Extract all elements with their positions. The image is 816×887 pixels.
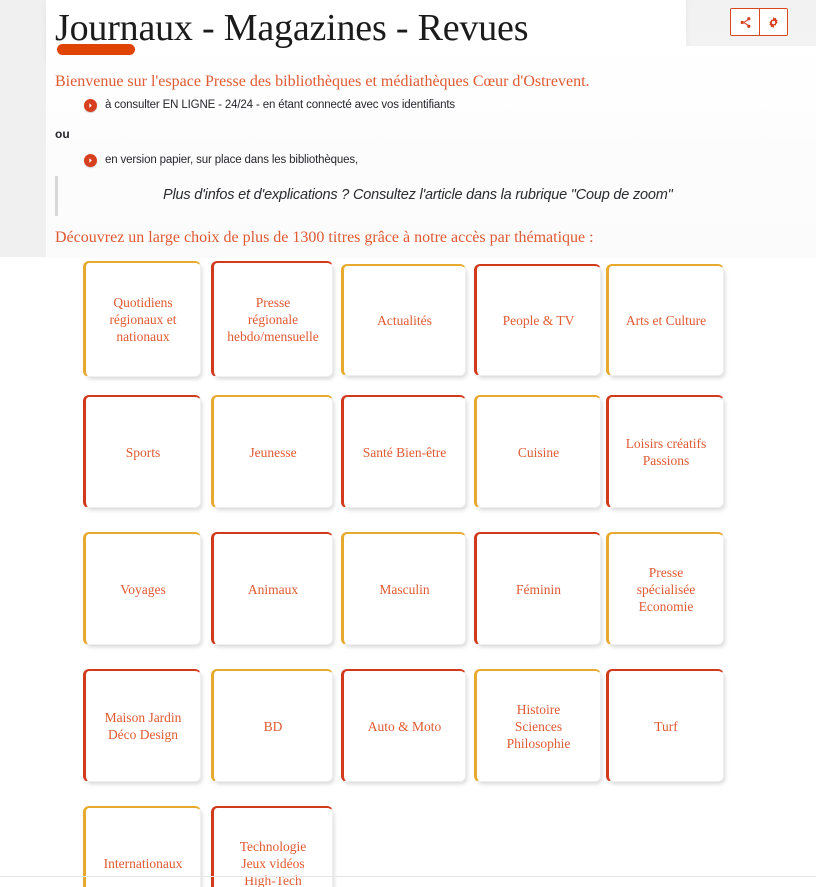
theme-tile-label: Voyages (120, 581, 166, 597)
theme-tile-label: Jeunesse (249, 444, 297, 460)
gear-icon (767, 16, 780, 29)
theme-tile[interactable]: Presse régionale hebdo/mensuelle (211, 261, 333, 377)
list-item-paper: en version papier, sur place dans les bi… (84, 153, 358, 167)
theme-tile-label: Technologie Jeux vidéos High-Tech (239, 838, 307, 887)
theme-tile[interactable]: Cuisine (474, 395, 601, 508)
theme-tile-label: Féminin (515, 581, 561, 597)
theme-tile-label: Presse régionale hebdo/mensuelle (227, 295, 319, 344)
theme-tile-row: Voyages Animaux Masculin Féminin Presse spéc… (83, 532, 743, 657)
theme-tile[interactable]: Arts et Culture (606, 264, 724, 376)
share-button[interactable] (731, 9, 759, 35)
share-icon (739, 16, 752, 29)
bottom-divider (0, 876, 816, 877)
theme-tile[interactable]: Technologie Jeux vidéos High-Tech (211, 806, 333, 887)
theme-tile-label: Histoire Sciences Philosophie (506, 701, 571, 751)
theme-tile-label: Internationaux (103, 855, 183, 871)
theme-tile[interactable]: Masculin (341, 532, 466, 645)
theme-tile[interactable]: Internationaux (83, 806, 201, 887)
theme-tile-label: Presse spécialisée Economie (636, 564, 696, 614)
list-item-online-label: à consulter EN LIGNE - 24/24 - en étant … (105, 99, 456, 111)
theme-tile[interactable]: Féminin (474, 532, 601, 645)
left-gutter (0, 0, 46, 257)
list-item-paper-label: en version papier, sur place dans les bi… (105, 154, 359, 166)
theme-tile-label: Auto & Moto (367, 718, 442, 734)
arrow-right-circle-icon (84, 98, 97, 112)
page-root: Journaux - Magazines - Revues Bienvenue … (0, 0, 816, 887)
or-separator-label: ou (55, 127, 70, 141)
theme-tile-row: Sports Jeunesse Santé Bien-être Cuisine Lois… (83, 395, 743, 520)
theme-tile-label: Turf (654, 718, 678, 734)
theme-tile[interactable]: People & TV (474, 264, 601, 376)
theme-tile-row: Internationaux Technologie Jeux vidéos Hi… (83, 806, 743, 887)
theme-tile-label: Animaux (247, 581, 299, 597)
theme-tile-label: Santé Bien-être (362, 444, 447, 460)
theme-tile[interactable]: Jeunesse (211, 395, 333, 508)
theme-tile-label: Loisirs créatifs Passions (625, 436, 707, 468)
theme-tile-label: Sports (125, 444, 161, 460)
settings-button[interactable] (759, 9, 787, 35)
theme-tile[interactable]: Histoire Sciences Philosophie (474, 669, 601, 782)
theme-tile[interactable]: Presse spécialisée Economie (606, 532, 724, 645)
theme-tile-label: Maison Jardin Déco Design (104, 710, 182, 742)
theme-tile[interactable]: Auto & Moto (341, 669, 466, 782)
theme-tile-row: Quotidiens régionaux et nationaux Presse … (83, 261, 743, 389)
theme-tile-label: Masculin (379, 581, 430, 597)
theme-tile[interactable]: Actualités (341, 264, 466, 376)
theme-tile[interactable]: Santé Bien-être (341, 395, 466, 508)
arrow-right-circle-icon (84, 153, 97, 167)
header-action-group (730, 8, 788, 36)
theme-tile[interactable]: Loisirs créatifs Passions (606, 395, 724, 508)
theme-tile-label: People & TV (502, 313, 575, 328)
theme-tile-label: Cuisine (517, 444, 560, 460)
title-underline-accent (57, 44, 135, 55)
theme-tile-grid: Quotidiens régionaux et nationaux Presse … (83, 261, 743, 887)
quote-text: Plus d'infos et d'explications ? Consult… (163, 187, 673, 203)
theme-tile[interactable]: Quotidiens régionaux et nationaux (83, 261, 201, 377)
theme-tile-row: Maison Jardin Déco Design BD Auto & Moto Hi… (83, 669, 743, 794)
theme-tile[interactable]: Sports (83, 395, 201, 508)
theme-tile[interactable]: BD (211, 669, 333, 782)
discover-text: Découvrez un large choix de plus de 1300… (55, 229, 594, 246)
theme-tile[interactable]: Maison Jardin Déco Design (83, 669, 201, 782)
welcome-text: Bienvenue sur l'espace Presse des biblio… (55, 73, 590, 90)
theme-tile-label: BD (263, 718, 283, 734)
theme-tile-label: Arts et Culture (625, 313, 707, 328)
theme-tile[interactable]: Animaux (211, 532, 333, 645)
theme-tile-label: Quotidiens régionaux et nationaux (109, 295, 177, 344)
list-item-online: à consulter EN LIGNE - 24/24 - en étant … (84, 98, 455, 112)
theme-tile[interactable]: Turf (606, 669, 724, 782)
theme-tile-label: Actualités (377, 313, 432, 328)
theme-tile[interactable]: Voyages (83, 532, 201, 645)
